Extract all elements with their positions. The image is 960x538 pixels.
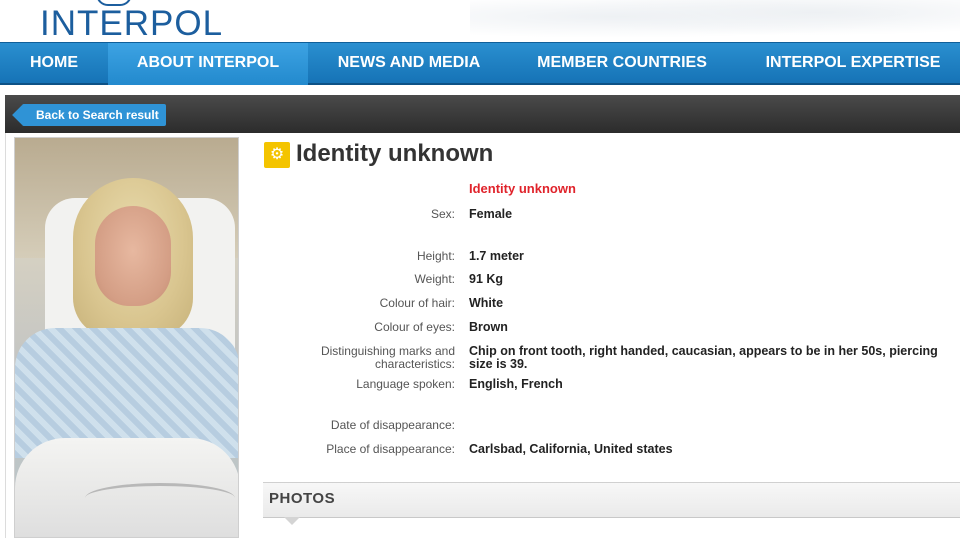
spacer [0,85,960,95]
height-label: Height: [416,249,455,263]
yellow-notice-icon: ⚙ [264,142,290,168]
eye-colour-label: Colour of eyes: [374,320,455,334]
nav-about-interpol[interactable]: ABOUT INTERPOL [108,43,308,86]
hair-colour-value: White [469,296,504,310]
date-disappearance-label: Date of disappearance: [330,418,455,432]
language-label: Language spoken: [356,377,455,391]
nav-member-countries[interactable]: MEMBER COUNTRIES [514,43,730,86]
photos-pointer-icon [284,517,300,525]
place-disappearance-label: Place of disappearance: [326,442,455,456]
height-value: 1.7 meter [469,249,524,263]
notice-title: Identity unknown [296,140,494,167]
status-text: Identity unknown [469,181,576,196]
nav-home[interactable]: HOME [0,43,108,86]
photo-face [95,206,171,306]
hair-colour-label: Colour of hair: [379,296,455,310]
nav-interpol-expertise[interactable]: INTERPOL EXPERTISE [748,43,958,86]
world-map-background [470,0,960,42]
interpol-logo[interactable]: INTERPOL [40,4,223,42]
eye-colour-value: Brown [469,320,508,334]
main-navigation: HOME ABOUT INTERPOL NEWS AND MEDIA MEMBE… [0,42,960,86]
nav-news-and-media[interactable]: NEWS AND MEDIA [318,43,500,86]
photos-section-label: PHOTOS [269,490,336,507]
place-disappearance-value: Carlsbad, California, United states [469,442,673,456]
photos-section-header[interactable] [263,482,960,518]
sex-label: Sex: [430,207,455,221]
distinguishing-marks-value-1: Chip on front tooth, right handed, cauca… [469,344,938,358]
distinguishing-marks-value-2: size is 39. [469,357,528,371]
weight-value: 91 Kg [469,272,504,286]
top-banner: INTERPOL [0,0,960,42]
weight-label: Weight: [414,272,455,286]
language-value: English, French [469,377,563,391]
photo-cord [85,483,235,513]
distinguishing-marks-label-1: Distinguishing marks and [320,344,455,358]
person-photo[interactable] [14,137,239,538]
back-to-search-button[interactable]: Back to Search result [22,104,166,126]
distinguishing-marks-label-2: characteristics: [374,357,455,371]
sex-value: Female [469,207,513,221]
